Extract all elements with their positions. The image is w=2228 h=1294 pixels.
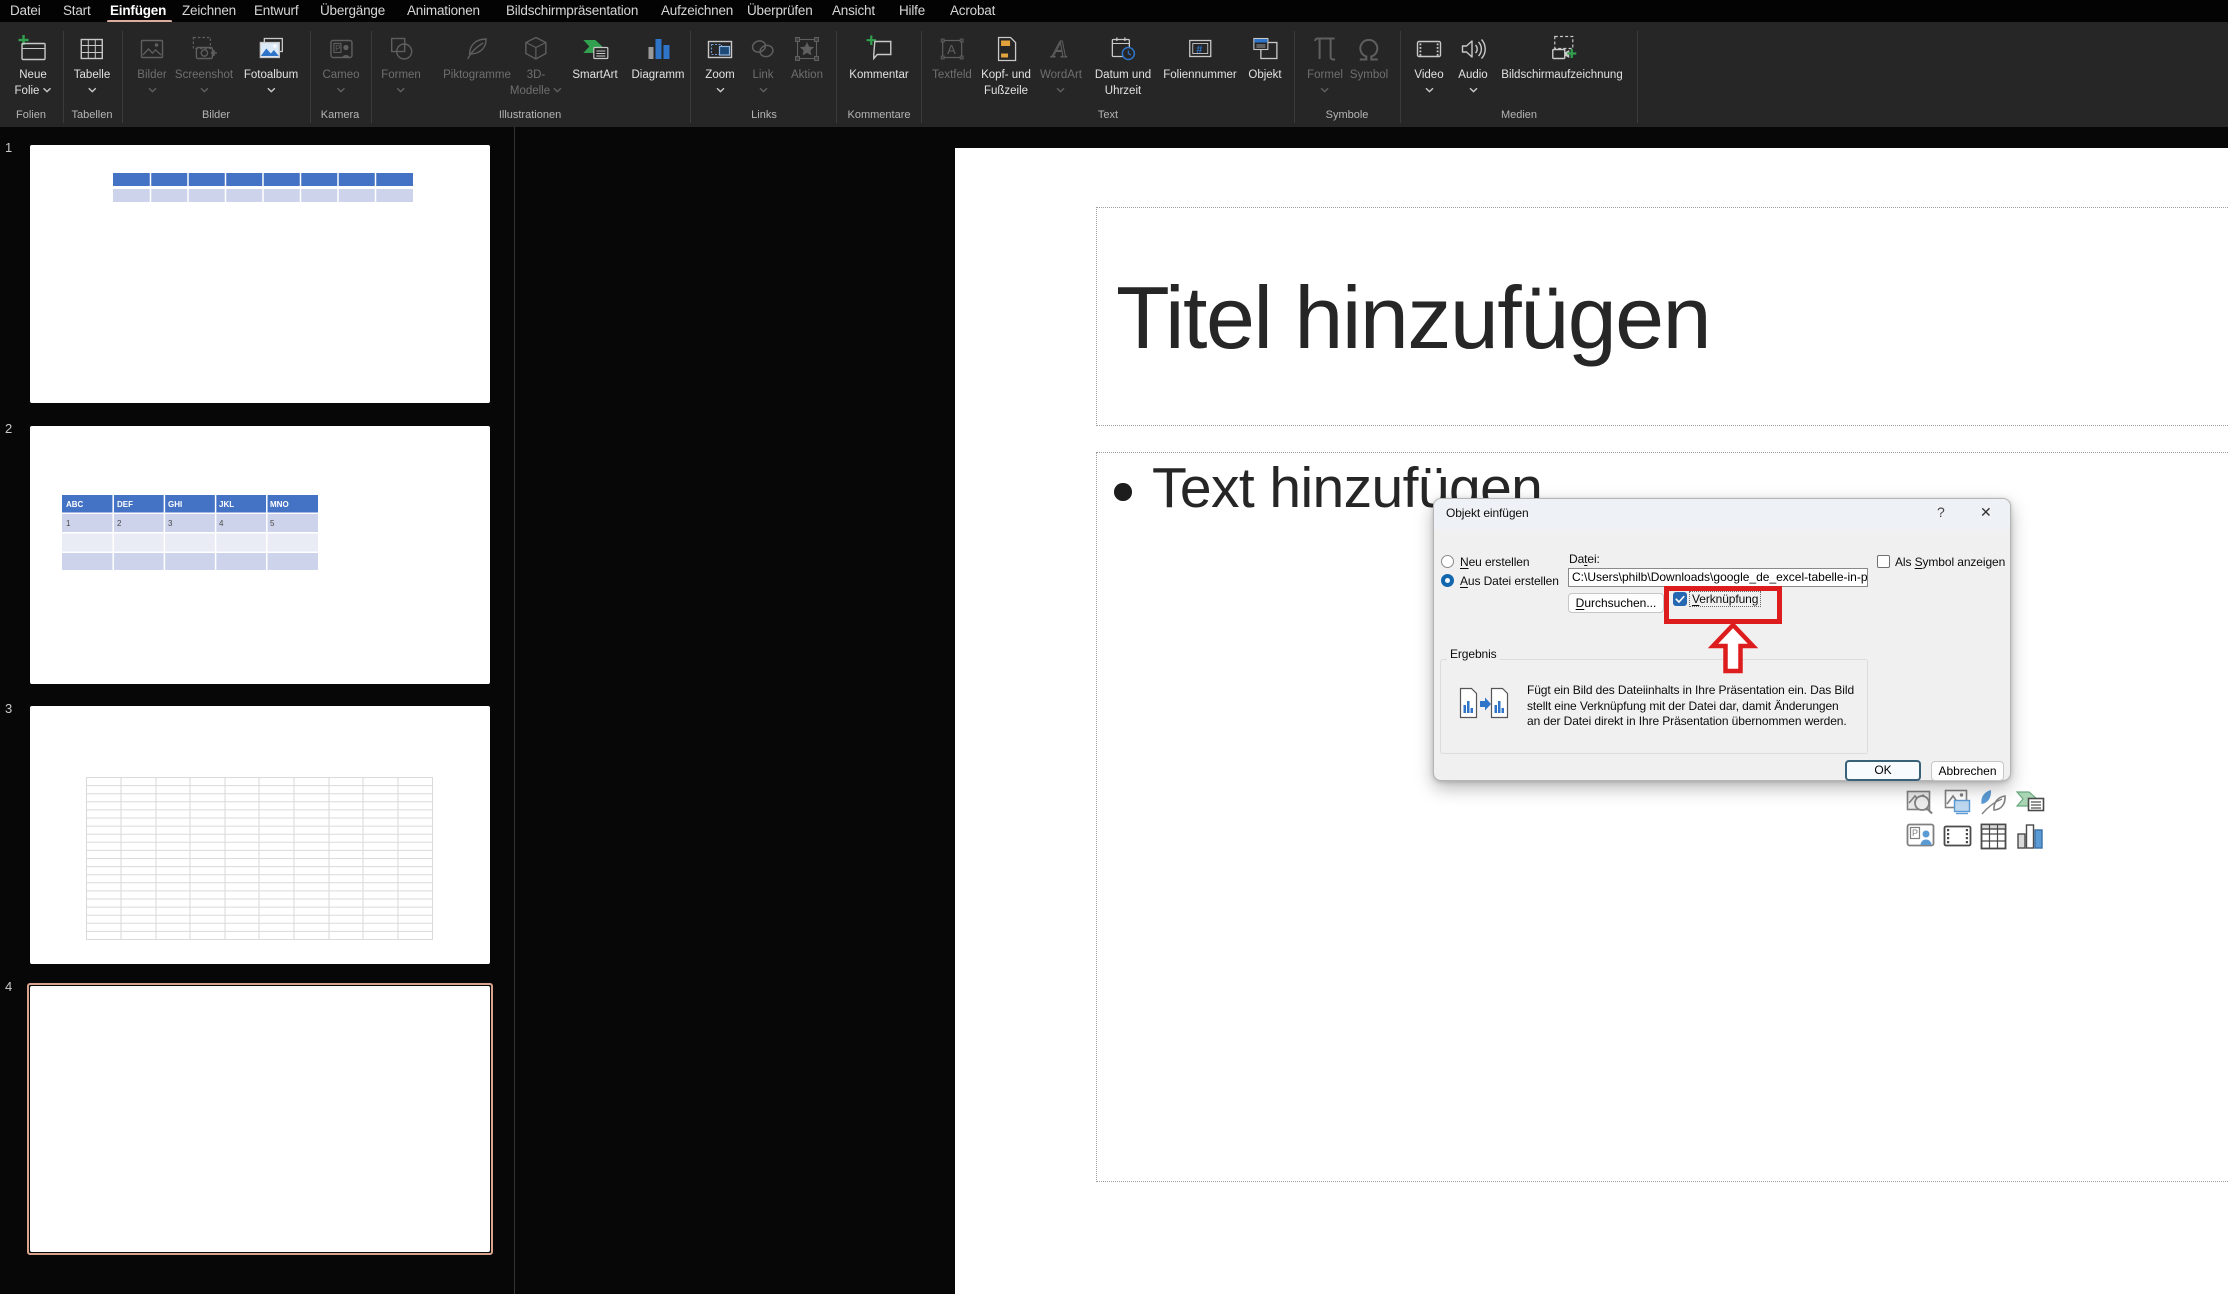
svg-text:MNO: MNO: [270, 500, 289, 509]
svg-text:#: #: [1196, 44, 1202, 56]
svg-text:P: P: [335, 44, 340, 53]
svg-text:5: 5: [270, 519, 275, 528]
svg-text:1: 1: [66, 519, 71, 528]
svg-text:P: P: [1912, 828, 1918, 838]
svg-text:4: 4: [219, 519, 224, 528]
svg-text:3: 3: [168, 519, 173, 528]
svg-text:DEF: DEF: [117, 500, 133, 509]
svg-text:2: 2: [117, 519, 122, 528]
svg-text:GHI: GHI: [168, 500, 182, 509]
svg-text:A: A: [1050, 37, 1067, 63]
svg-text:ABC: ABC: [66, 500, 84, 509]
svg-text:A: A: [947, 42, 956, 57]
svg-text:JKL: JKL: [219, 500, 234, 509]
